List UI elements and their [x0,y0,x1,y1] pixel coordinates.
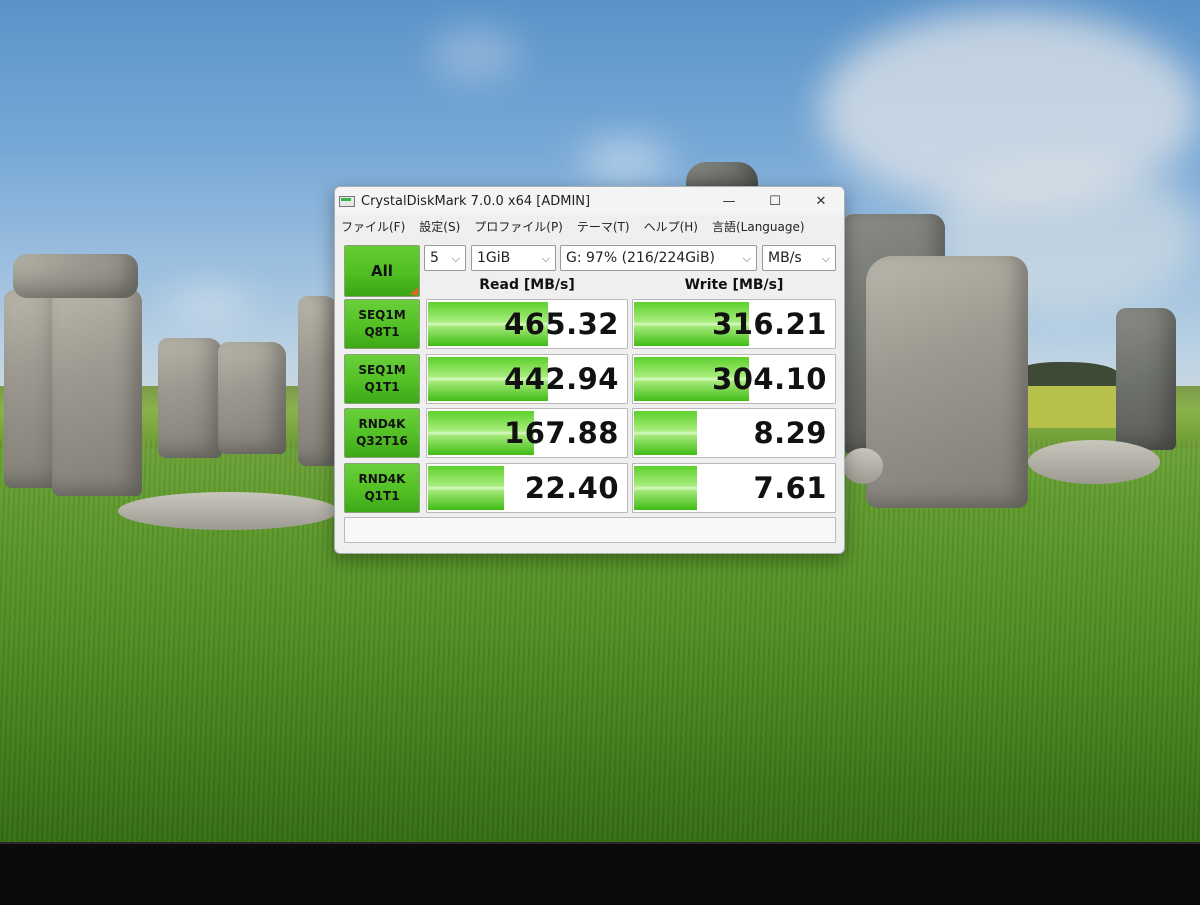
write-result-cell: 304.10 [632,354,836,404]
menu-bar: ファイル(F) 設定(S) プロファイル(P) テーマ(T) ヘルプ(H) 言語… [335,215,844,237]
unit-value: MB/s [768,250,802,266]
write-level-bar [634,466,697,510]
standing-stone [158,338,222,458]
read-result-cell: 22.40 [426,463,628,513]
crystaldiskmark-window: CrystalDiskMark 7.0.0 x64 [ADMIN] — ☐ ✕ … [334,186,845,554]
test-button[interactable]: SEQ1M Q8T1 [344,299,420,349]
read-value: 465.32 [504,307,619,341]
write-result-cell: 316.21 [632,299,836,349]
run-all-label: All [371,262,393,280]
test-name: RND4K [358,472,406,486]
menu-theme[interactable]: テーマ(T) [577,218,630,235]
menu-file[interactable]: ファイル(F) [341,218,405,235]
result-row: RND4K Q32T16 167.88 8.29 [344,408,836,460]
write-value: 304.10 [712,362,827,396]
menu-language[interactable]: 言語(Language) [712,218,805,235]
test-params: Q8T1 [364,325,400,339]
corner-marker-icon [410,287,418,295]
menu-help[interactable]: ヘルプ(H) [644,218,698,235]
read-column-header: Read [MB/s] [479,277,575,293]
disk-app-icon [339,194,355,208]
result-row: RND4K Q1T1 22.40 7.61 [344,463,836,515]
close-button[interactable]: ✕ [798,187,844,215]
test-count-select[interactable]: 5 ⌵ [424,245,466,271]
chevron-down-icon: ⌵ [451,252,460,265]
standing-stone [218,342,286,454]
write-column-header: Write [MB/s] [684,277,784,293]
write-level-bar [634,411,697,455]
read-result-cell: 167.88 [426,408,628,458]
test-button[interactable]: SEQ1M Q1T1 [344,354,420,404]
comment-field[interactable] [344,517,836,543]
read-value: 442.94 [504,362,619,396]
run-all-button[interactable]: All [344,245,420,297]
read-level-bar [428,466,504,510]
cloud [580,140,670,180]
fallen-stone [118,492,338,530]
test-name: SEQ1M [358,308,406,322]
test-button[interactable]: RND4K Q32T16 [344,408,420,458]
maximize-button[interactable]: ☐ [752,187,798,215]
write-result-cell: 7.61 [632,463,836,513]
write-value: 8.29 [753,416,827,450]
standing-stone [866,256,1028,508]
drive-select[interactable]: G: 97% (216/224GiB) ⌵ [560,245,757,271]
title-bar[interactable]: CrystalDiskMark 7.0.0 x64 [ADMIN] — ☐ ✕ [335,187,844,215]
result-row: SEQ1M Q8T1 465.32 316.21 [344,299,836,351]
write-value: 7.61 [753,471,827,505]
fallen-stone [843,448,883,484]
write-result-cell: 8.29 [632,408,836,458]
test-size-select[interactable]: 1GiB ⌵ [471,245,556,271]
read-value: 167.88 [504,416,619,450]
toolbar: All 5 ⌵ 1GiB ⌵ G: 97% (216/224GiB) ⌵ MB/… [344,245,836,299]
treeline [1018,362,1118,386]
read-result-cell: 442.94 [426,354,628,404]
test-params: Q1T1 [364,489,400,503]
test-params: Q1T1 [364,380,400,394]
test-params: Q32T16 [356,434,408,448]
standing-stone [298,296,338,466]
test-name: RND4K [358,417,406,431]
monitor-bezel [0,842,1200,905]
read-value: 22.40 [524,471,619,505]
chevron-down-icon: ⌵ [541,252,550,265]
fallen-stone [1028,440,1160,484]
cloud [170,290,250,318]
cloud [430,30,520,80]
yellow-field [1020,386,1120,428]
menu-settings[interactable]: 設定(S) [419,218,460,235]
chevron-down-icon: ⌵ [742,252,751,265]
write-value: 316.21 [712,307,827,341]
test-button[interactable]: RND4K Q1T1 [344,463,420,513]
test-count-value: 5 [430,250,439,266]
standing-stone [52,288,142,496]
chevron-down-icon: ⌵ [821,252,830,265]
minimize-button[interactable]: — [706,187,752,215]
standing-stone [1116,308,1176,450]
drive-value: G: 97% (216/224GiB) [566,250,716,266]
window-title: CrystalDiskMark 7.0.0 x64 [ADMIN] [361,193,591,209]
lintel-stone [13,254,138,298]
result-row: SEQ1M Q1T1 442.94 304.10 [344,354,836,406]
test-name: SEQ1M [358,363,406,377]
test-size-value: 1GiB [477,250,511,266]
read-result-cell: 465.32 [426,299,628,349]
menu-profile[interactable]: プロファイル(P) [474,218,563,235]
unit-select[interactable]: MB/s ⌵ [762,245,836,271]
